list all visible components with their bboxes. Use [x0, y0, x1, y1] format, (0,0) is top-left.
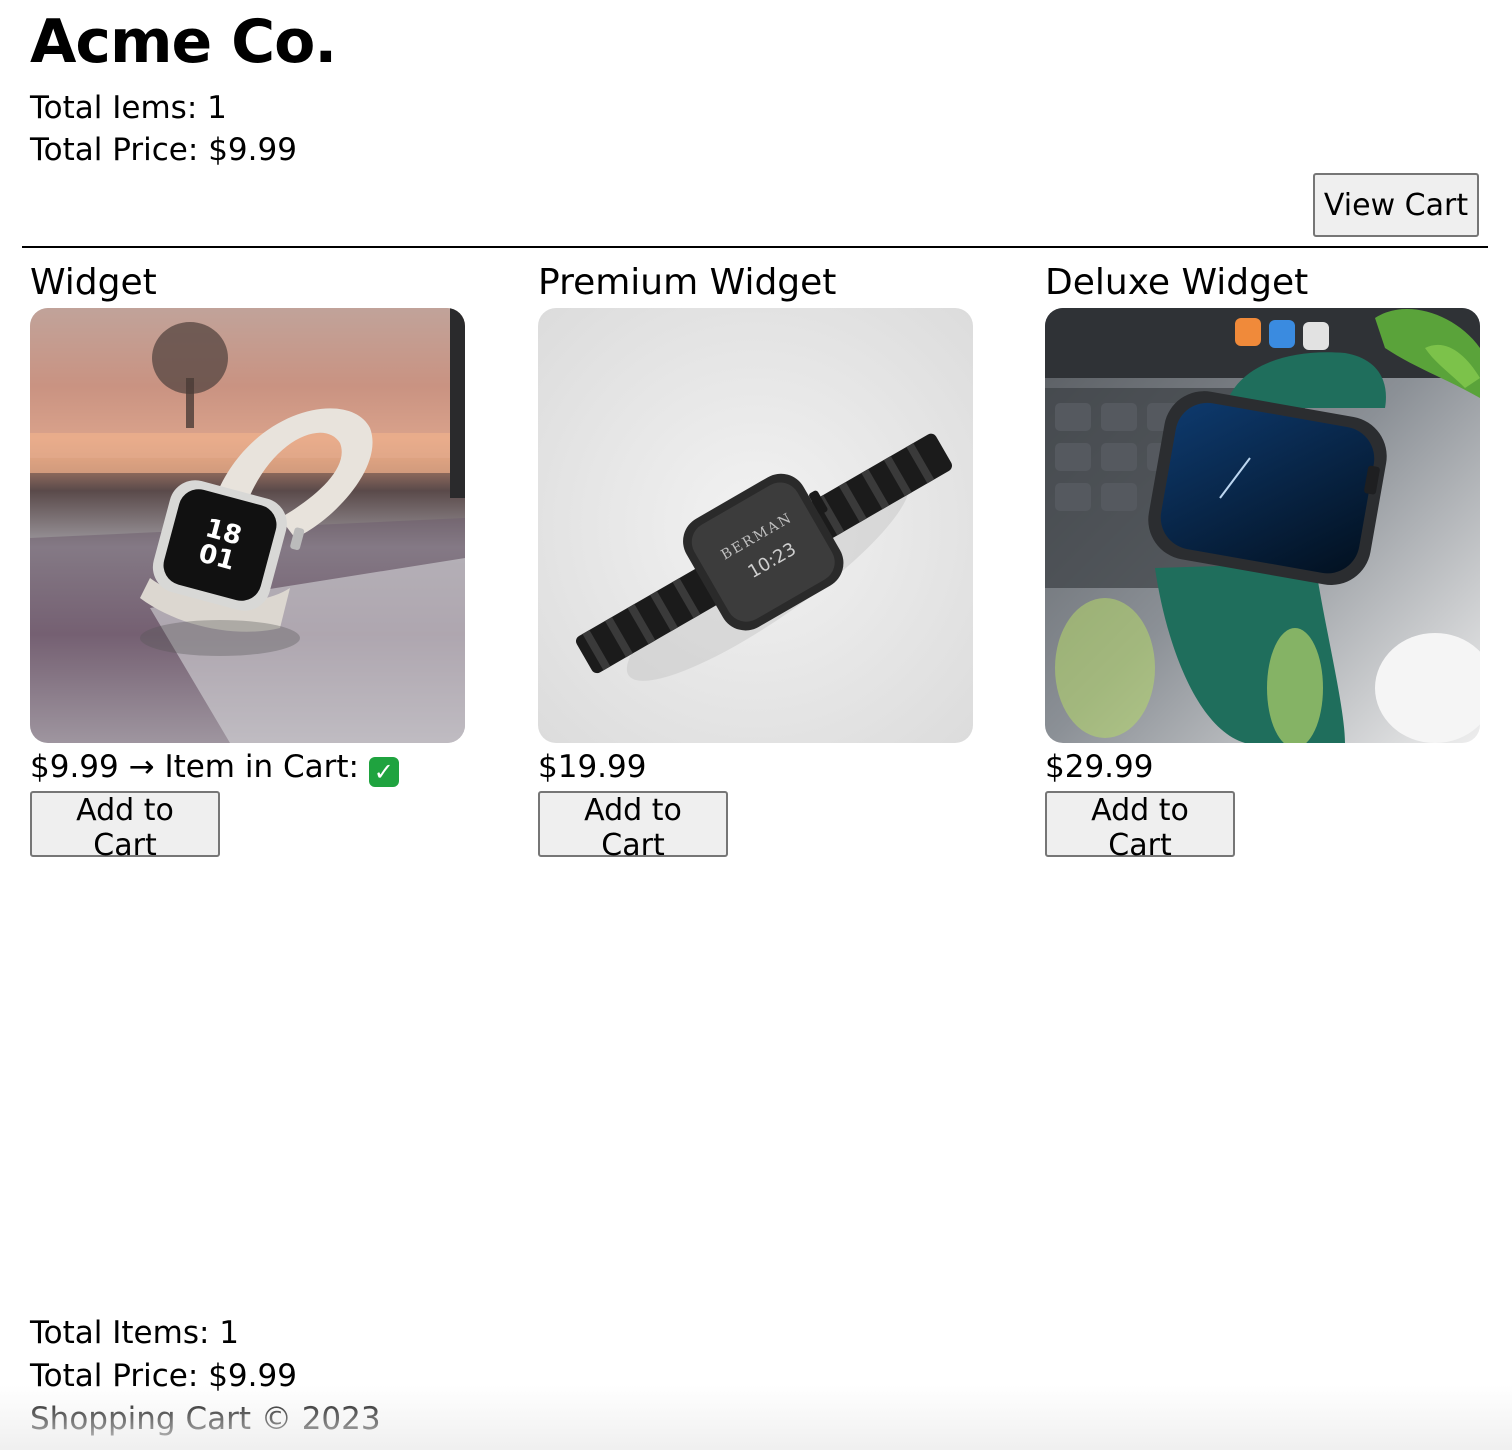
product-card-widget: Widget 18 01 $9.99 → Item in Cart: ✓ Add…: [30, 258, 470, 863]
in-cart-note: → Item in Cart:: [128, 749, 359, 785]
product-image-black-watch: BERMAN 10:23: [538, 308, 973, 743]
header-total-price-label: Total Price:: [30, 132, 199, 168]
add-to-cart-button[interactable]: Add to Cart: [538, 791, 728, 863]
product-price: $19.99: [538, 749, 647, 785]
product-name: Premium Widget: [538, 262, 837, 303]
product-price: $9.99: [30, 749, 119, 785]
header-total-items-value: 1: [207, 90, 227, 126]
product-card-deluxe-widget: Deluxe Widget $29.99 Add to Cart: [1045, 258, 1485, 863]
header-total-price-value: $9.99: [208, 132, 297, 168]
header-total-items-label: Total Iems:: [30, 90, 198, 126]
brand-title: Acme Co.: [30, 7, 337, 77]
add-to-cart-button[interactable]: Add to Cart: [1045, 791, 1235, 863]
product-card-premium-widget: Premium Widget BERMAN 10:23 $19.99 Add t…: [538, 258, 978, 863]
product-image-green-watch: [1045, 308, 1480, 743]
price-row: $9.99 → Item in Cart: ✓: [30, 745, 470, 789]
footer: Total Items: 1 Total Price: $9.99 Shoppi…: [30, 1312, 381, 1441]
footer-total-items: Total Items: 1: [30, 1312, 381, 1355]
header-total-items: Total Iems: 1: [30, 88, 227, 128]
header-divider: [22, 246, 1488, 248]
shop-page: Acme Co. Total Iems: 1 Total Price: $9.9…: [0, 0, 1512, 1450]
footer-total-price-label: Total Price:: [30, 1358, 199, 1394]
price-row: $29.99: [1045, 745, 1485, 789]
footer-total-price-value: $9.99: [208, 1358, 297, 1394]
view-cart-button[interactable]: View Cart: [1313, 173, 1479, 237]
product-name: Deluxe Widget: [1045, 262, 1309, 303]
add-to-cart-button[interactable]: Add to Cart: [30, 791, 220, 863]
footer-total-items-value: 1: [219, 1315, 240, 1351]
price-row: $19.99: [538, 745, 978, 789]
product-image-white-watch: 18 01: [30, 308, 465, 743]
footer-copyright: Shopping Cart © 2023: [30, 1401, 381, 1437]
check-mark-icon: ✓: [368, 757, 399, 787]
product-name: Widget: [30, 262, 157, 303]
product-price: $29.99: [1045, 749, 1154, 785]
footer-total-price: Total Price: $9.99: [30, 1355, 381, 1398]
header-total-price: Total Price: $9.99: [30, 130, 297, 170]
footer-total-items-label: Total Items:: [30, 1315, 210, 1351]
